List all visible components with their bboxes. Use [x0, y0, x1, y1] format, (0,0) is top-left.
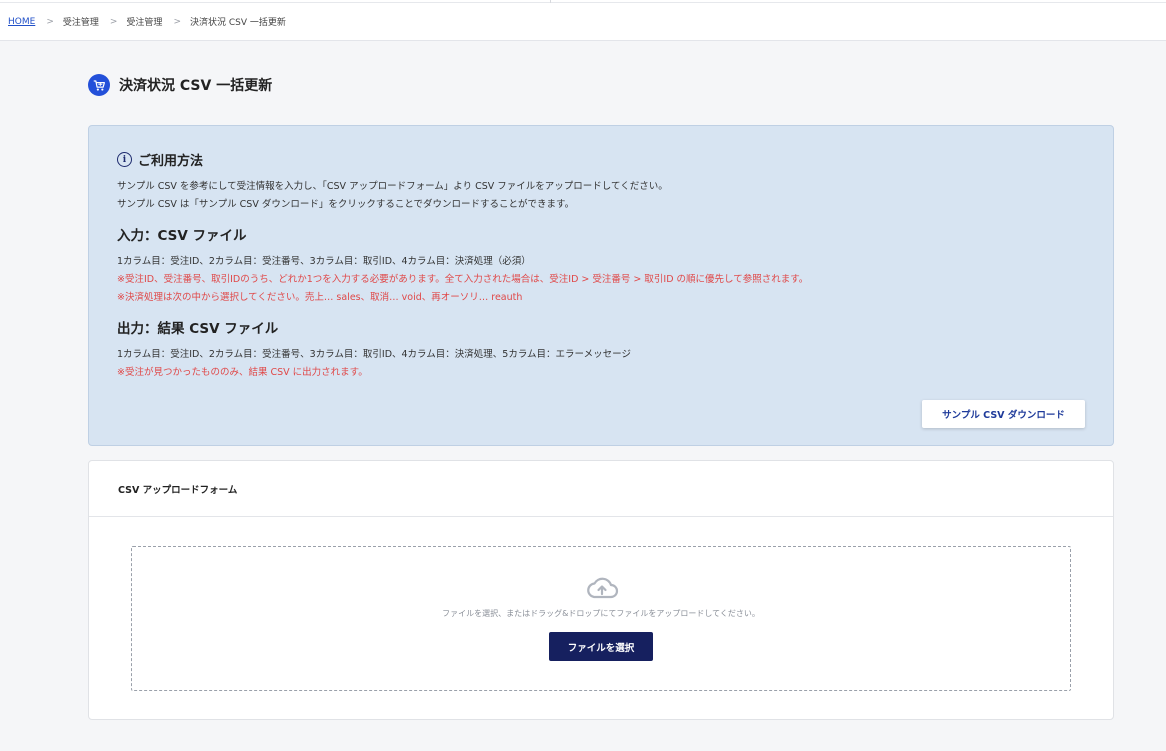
info-icon: i	[117, 152, 132, 167]
dropzone-instruction: ファイルを選択、またはドラッグ&ドロップにてファイルをアップロードしてください。	[442, 609, 760, 618]
breadcrumb-separator: >	[109, 16, 118, 27]
breadcrumb-separator: >	[173, 16, 181, 27]
output-columns-text: 1カラム目：受注ID、2カラム目：受注番号、3カラム目：取引ID、4カラム目：決…	[117, 349, 631, 360]
breadcrumb-current: 決済状況 CSV 一括更新	[189, 18, 286, 28]
usage-info-panel: i ご利用方法 サンプル CSV を参考にして受注情報を入力し、「CSV アップ…	[88, 125, 1114, 446]
csv-upload-form: CSV アップロードフォーム ファイルを選択、またはドラッグ&ドロップにてファイ…	[88, 460, 1114, 720]
input-columns-text: 1カラム目：受注ID、2カラム目：受注番号、3カラム目：取引ID、4カラム目：決…	[117, 256, 531, 267]
top-edge	[0, 0, 1166, 3]
sample-csv-download-button[interactable]: サンプル CSV ダウンロード	[922, 400, 1085, 428]
breadcrumb: HOME > 受注管理 > 受注管理 > 決済状況 CSV 一括更新	[8, 15, 286, 29]
output-heading: 出力：結果 CSV ファイル	[117, 321, 279, 337]
select-file-button[interactable]: ファイルを選択	[549, 632, 653, 661]
page-title: 決済状況 CSV 一括更新	[119, 78, 273, 94]
usage-heading-text: ご利用方法	[138, 154, 204, 169]
cloud-upload-icon	[587, 577, 619, 599]
breadcrumb-home-link[interactable]: HOME	[8, 17, 35, 27]
breadcrumb-separator: >	[46, 16, 54, 27]
top-edge-divider	[550, 0, 551, 3]
breadcrumb-order-management-sub[interactable]: 受注管理	[126, 15, 162, 28]
usage-description-2: サンプル CSV は「サンプル CSV ダウンロード」をクリックすることでダウン…	[117, 199, 575, 210]
file-dropzone[interactable]: ファイルを選択、またはドラッグ&ドロップにてファイルをアップロードしてください。…	[131, 546, 1071, 691]
usage-heading: i ご利用方法	[117, 150, 1085, 169]
breadcrumb-order-management[interactable]: 受注管理	[63, 15, 99, 28]
page-title-row: 決済状況 CSV 一括更新	[88, 74, 272, 96]
top-bar: HOME > 受注管理 > 受注管理 > 決済状況 CSV 一括更新	[0, 0, 1166, 41]
input-note-required: ※受注ID、受注番号、取引IDのうち、どれか1つを入力する必要があります。全て入…	[117, 274, 809, 285]
upload-form-title: CSV アップロードフォーム	[89, 461, 1113, 517]
usage-description-1: サンプル CSV を参考にして受注情報を入力し、「CSV アップロードフォーム」…	[117, 181, 668, 192]
cart-icon	[88, 74, 110, 96]
input-heading: 入力：CSV ファイル	[117, 228, 247, 244]
input-note-process: ※決済処理は次の中から選択してください。売上… sales、取消… void、再…	[117, 292, 523, 303]
output-note: ※受注が見つかったもののみ、結果 CSV に出力されます。	[117, 367, 368, 378]
